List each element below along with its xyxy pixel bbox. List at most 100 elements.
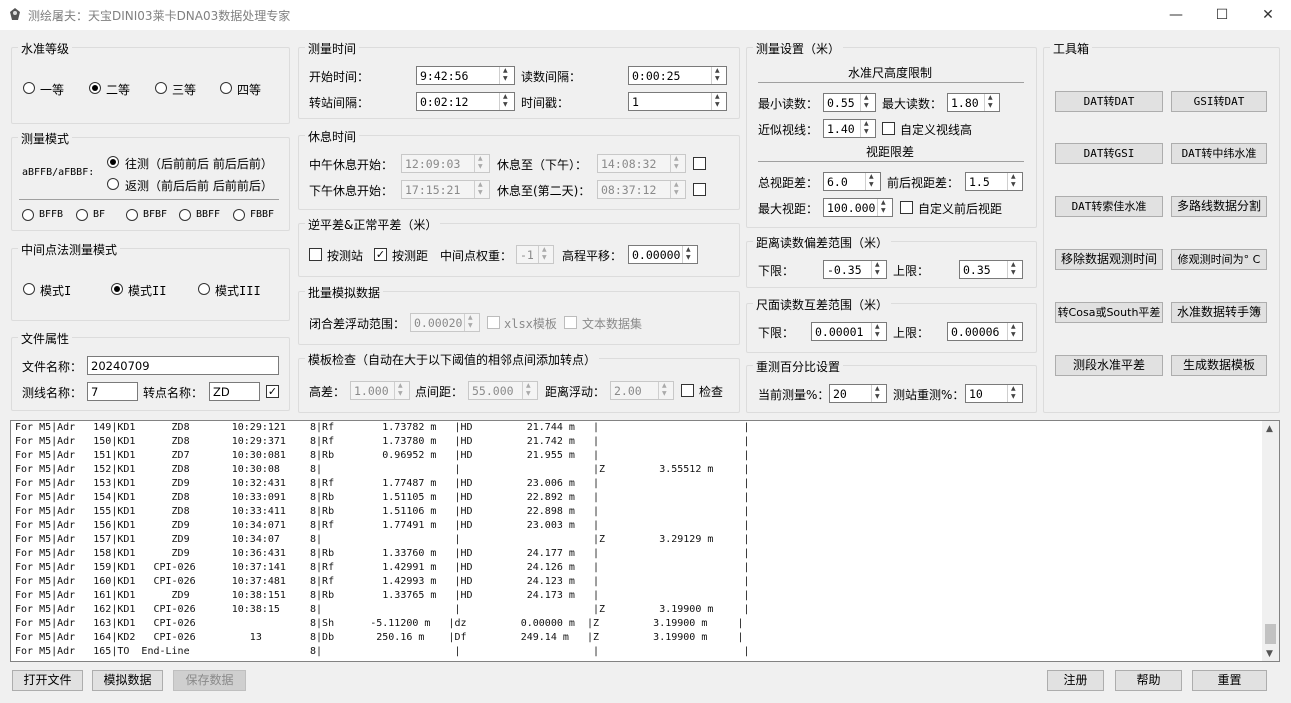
pattern-radio-bf[interactable] xyxy=(76,209,88,221)
closure-value: 0.00020 xyxy=(414,316,463,330)
noon-rest-checkbox[interactable] xyxy=(693,157,706,170)
midpoint-radio-3[interactable] xyxy=(198,283,210,295)
custom-sight-checkbox[interactable] xyxy=(882,122,895,135)
height-spinner[interactable]: 1.000 xyxy=(350,381,410,400)
backward-radio[interactable] xyxy=(107,178,119,190)
dist-float-spinner[interactable]: 2.00 xyxy=(610,381,674,400)
weight-spinner[interactable]: -1 xyxy=(516,245,554,264)
grade-radio-3[interactable] xyxy=(155,82,167,94)
dist-low-spinner[interactable]: -0.35 xyxy=(823,260,887,279)
open-file-button[interactable]: 打开文件 xyxy=(12,670,83,691)
staff-low-label: 下限： xyxy=(758,326,795,340)
save-data-button[interactable]: 保存数据 xyxy=(173,670,246,691)
gen-template-button[interactable]: 生成数据模板 xyxy=(1171,355,1267,376)
max-sight-spinner[interactable]: 100.000 xyxy=(823,198,893,217)
point-dist-spinner[interactable]: 55.000 xyxy=(468,381,538,400)
log-line: For M5|Adr 151|KD1 ZD7 10:30:081 8|Rb 0.… xyxy=(15,450,750,461)
scroll-thumb[interactable] xyxy=(1265,624,1276,644)
check-checkbox[interactable] xyxy=(681,384,694,397)
noon-start-spinner[interactable]: 12:09:03 xyxy=(401,154,490,173)
turn-name-input[interactable]: ZD xyxy=(209,382,260,401)
register-button[interactable]: 注册 xyxy=(1047,670,1104,691)
by-distance-checkbox[interactable]: ✓ xyxy=(374,248,387,261)
custom-fb-label: 自定义前后视距 xyxy=(918,202,1003,216)
pm-rest-checkbox[interactable] xyxy=(693,183,706,196)
staff-low-spinner[interactable]: 0.00001 xyxy=(811,322,887,341)
height-value: 1.000 xyxy=(354,384,389,398)
maximize-button[interactable]: ☐ xyxy=(1199,0,1245,30)
current-retest-spinner[interactable]: 20 xyxy=(829,384,887,403)
log-textarea[interactable]: For M5|Adr 149|KD1 ZD8 10:29:121 8|Rf 1.… xyxy=(10,420,1280,662)
xlsx-checkbox[interactable] xyxy=(487,316,500,329)
grade-radio-4[interactable] xyxy=(220,82,232,94)
custom-sight-label: 自定义视线高 xyxy=(900,123,973,137)
reset-button[interactable]: 重置 xyxy=(1192,670,1267,691)
read-interval-spinner[interactable]: 0:00:25 xyxy=(628,66,727,85)
fb-sight-label: 前后视距差： xyxy=(887,176,960,190)
by-distance-label: 按测距 xyxy=(392,249,429,263)
to-handbook-button[interactable]: 水准数据转手簿 xyxy=(1171,302,1267,323)
weight-value: -1 xyxy=(520,248,534,262)
midpoint-label-1: 模式I xyxy=(40,284,72,298)
pm-end-value: 08:37:12 xyxy=(601,183,657,197)
grade-radio-2[interactable] xyxy=(89,82,101,94)
pattern-radio-fbbf[interactable] xyxy=(233,209,245,221)
pattern-radio-bffb[interactable] xyxy=(22,209,34,221)
timestamp-spinner[interactable]: 1 xyxy=(628,92,727,111)
near-sight-spinner[interactable]: 1.40 xyxy=(823,119,876,138)
log-line: For M5|Adr 164|KD2 CPI-026 13 8|Db 250.1… xyxy=(15,632,744,643)
grade-label-1: 一等 xyxy=(40,83,65,97)
by-station-checkbox[interactable] xyxy=(309,248,322,261)
log-line: For M5|Adr 149|KD1 ZD8 10:29:121 8|Rf 1.… xyxy=(15,422,750,433)
pm-end-spinner[interactable]: 08:37:12 xyxy=(597,180,686,199)
segment-adjust-button[interactable]: 测段水准平差 xyxy=(1055,355,1163,376)
log-line: For M5|Adr 162|KD1 CPI-026 10:38:15 8| |… xyxy=(15,604,750,615)
toolbox-title: 工具箱 xyxy=(1050,40,1093,57)
max-read-spinner[interactable]: 1.80 xyxy=(947,93,1000,112)
pattern-radio-bfbf[interactable] xyxy=(126,209,138,221)
pattern-radio-bbff[interactable] xyxy=(179,209,191,221)
dat-to-zhongwei-button[interactable]: DAT转中纬水准 xyxy=(1171,143,1267,164)
dat-to-gsi-button[interactable]: DAT转GSI xyxy=(1055,143,1163,164)
forward-radio[interactable] xyxy=(107,156,119,168)
filename-label: 文件名称： xyxy=(22,360,83,374)
minimize-button[interactable]: — xyxy=(1153,0,1199,30)
remove-time-button[interactable]: 移除数据观测时间 xyxy=(1055,249,1163,270)
simulate-data-button[interactable]: 模拟数据 xyxy=(92,670,163,691)
closure-spinner[interactable]: 0.00020 xyxy=(410,313,480,332)
line-name-input[interactable]: 7 xyxy=(87,382,138,401)
gsi-to-dat-button[interactable]: GSI转DAT xyxy=(1171,91,1267,112)
rest-time-title: 休息时间 xyxy=(305,128,360,145)
text-dataset-checkbox[interactable] xyxy=(564,316,577,329)
shift-spinner[interactable]: 0.00000 xyxy=(628,245,698,264)
log-line: For M5|Adr 163|KD1 CPI-026 8|Sh -5.11200… xyxy=(15,618,744,629)
custom-fb-checkbox[interactable] xyxy=(900,201,913,214)
midpoint-radio-2[interactable] xyxy=(111,283,123,295)
station-retest-spinner[interactable]: 10 xyxy=(965,384,1023,403)
to-cosa-south-button[interactable]: 转Cosa或South平差 xyxy=(1055,302,1163,323)
close-button[interactable]: ✕ xyxy=(1245,0,1291,30)
dist-high-spinner[interactable]: 0.35 xyxy=(959,260,1023,279)
fix-time-button[interactable]: 修观测时间为° C xyxy=(1171,249,1267,270)
turn-name-checkbox[interactable]: ✓ xyxy=(266,385,279,398)
midpoint-radio-1[interactable] xyxy=(23,283,35,295)
total-sight-spinner[interactable]: 6.0 xyxy=(823,172,881,191)
log-line: For M5|Adr 159|KD1 CPI-026 10:37:141 8|R… xyxy=(15,562,750,573)
split-route-button[interactable]: 多路线数据分割 xyxy=(1171,196,1267,217)
start-time-spinner[interactable]: 9:42:56 xyxy=(416,66,515,85)
staff-high-spinner[interactable]: 0.00006 xyxy=(947,322,1023,341)
station-interval-spinner[interactable]: 0:02:12 xyxy=(416,92,515,111)
help-button[interactable]: 帮助 xyxy=(1115,670,1182,691)
fb-sight-spinner[interactable]: 1.5 xyxy=(965,172,1023,191)
noon-end-spinner[interactable]: 14:08:32 xyxy=(597,154,686,173)
log-scrollbar[interactable]: ▲ ▼ xyxy=(1262,421,1279,661)
dat-to-dat-button[interactable]: DAT转DAT xyxy=(1055,91,1163,112)
scroll-down-icon[interactable]: ▼ xyxy=(1266,649,1273,659)
min-read-spinner[interactable]: 0.55 xyxy=(823,93,876,112)
pm-start-spinner[interactable]: 17:15:21 xyxy=(401,180,490,199)
grade-radio-1[interactable] xyxy=(23,82,35,94)
dat-to-sokkia-button[interactable]: DAT转索佳水准 xyxy=(1055,196,1163,217)
measure-time-title: 测量时间 xyxy=(305,40,360,57)
scroll-up-icon[interactable]: ▲ xyxy=(1266,424,1273,434)
filename-input[interactable]: 20240709 xyxy=(87,356,279,375)
